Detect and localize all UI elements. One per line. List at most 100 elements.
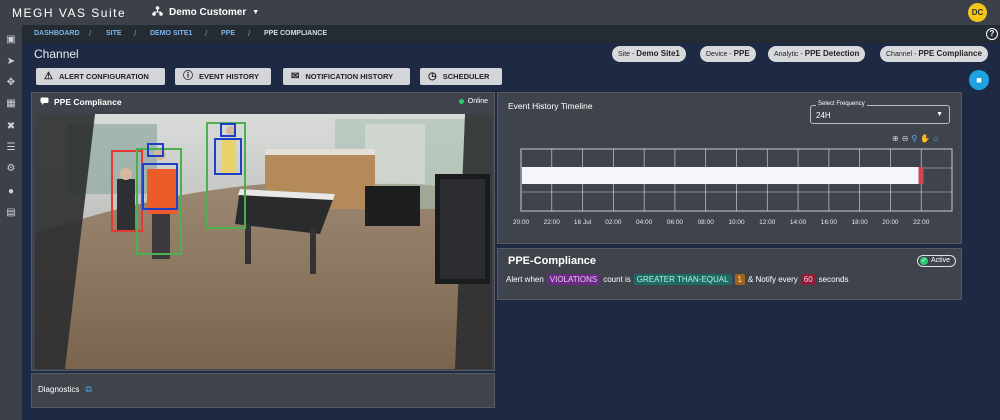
breadcrumb-demo-site1[interactable]: DEMO SITE1 — [150, 30, 192, 37]
settings-icon[interactable]: ⚙ — [4, 162, 18, 176]
diagnostics-label: Diagnostics — [38, 385, 80, 394]
notification-history-button[interactable]: ✉ NOTIFICATION HISTORY — [283, 68, 410, 85]
customer-name: Demo Customer — [169, 7, 247, 18]
monitor-icon[interactable]: ▣ — [4, 33, 18, 47]
timeline-bar — [522, 167, 919, 184]
camera-panel: PPE Compliance Online — [31, 92, 495, 371]
external-link-icon: ⧉ — [85, 384, 92, 394]
map-icon[interactable]: ▦ — [4, 97, 18, 111]
breadcrumb-separator: / — [248, 29, 251, 38]
zoom-in-icon[interactable]: ⊕ — [892, 134, 899, 143]
x-tick-label: 06:00 — [667, 219, 684, 226]
breadcrumb-dashboard[interactable]: DASHBOARD — [34, 30, 80, 37]
x-tick-label: 16 Jul — [574, 219, 592, 226]
customer-selector[interactable]: Demo Customer ▼ — [152, 6, 259, 19]
diagnostics-link[interactable]: Diagnostics ⧉ — [38, 384, 92, 395]
button-label: EVENT HISTORY — [199, 72, 260, 81]
x-tick-label: 22:00 — [913, 219, 930, 226]
camera-panel-header: PPE Compliance — [40, 97, 122, 107]
pill-value: PPE Compliance — [918, 49, 982, 58]
rule-text: & Notify every — [747, 275, 798, 284]
send-icon[interactable]: ➤ — [4, 55, 18, 69]
camera-feed[interactable] — [35, 114, 492, 369]
page-title: Channel — [34, 47, 79, 61]
check-icon: ✓ — [919, 257, 928, 265]
camera-fab-button[interactable]: ■ — [969, 70, 989, 90]
button-label: NOTIFICATION HISTORY — [305, 72, 394, 81]
x-tick-label: 14:00 — [790, 219, 807, 226]
x-tick-label: 20:00 — [882, 219, 899, 226]
button-label: ALERT CONFIGURATION — [58, 72, 149, 81]
tools-icon[interactable]: ✖ — [4, 120, 18, 134]
user-avatar[interactable]: DC — [968, 3, 987, 22]
zoom-out-icon[interactable]: ⊖ — [902, 134, 909, 143]
rule-text: Alert when — [506, 275, 544, 284]
operator-tag: GREATER THAN-EQUAL — [633, 274, 732, 285]
channel-pill: Channel - PPE Compliance — [880, 46, 988, 62]
camera-frame — [35, 114, 492, 369]
x-tick-label: 10:00 — [728, 219, 745, 226]
x-tick-label: 20:00 — [513, 219, 530, 226]
threshold-tag: 1 — [734, 274, 745, 285]
home-icon[interactable]: ⌂ — [933, 134, 938, 143]
move-icon[interactable]: ✥ — [4, 76, 18, 90]
pill-key: Channel - — [886, 51, 917, 58]
pill-value: PPE Detection — [804, 49, 860, 58]
site-pill: Site - Demo Site1 — [612, 46, 686, 62]
alert-configuration-button[interactable]: ⚠ ALERT CONFIGURATION — [36, 68, 165, 85]
status-online: Online — [458, 98, 488, 105]
timeline-title: Event History Timeline — [508, 101, 593, 111]
button-label: SCHEDULER — [442, 72, 490, 81]
video-camera-icon: ■ — [976, 75, 982, 85]
x-tick-label: 08:00 — [698, 219, 715, 226]
rule-panel: PPE-Compliance ✓ Active Alert when VIOLA… — [497, 248, 962, 300]
status-label: Online — [467, 98, 488, 105]
list-icon[interactable]: ☰ — [4, 141, 18, 155]
sidebar: ▣ ➤ ✥ ▦ ✖ ☰ ⚙ ● ▤ — [0, 25, 22, 420]
interval-tag: 60 — [800, 274, 816, 285]
clock-icon: ◷ — [428, 71, 437, 82]
rule-text: seconds — [818, 275, 849, 284]
breadcrumb-site[interactable]: SITE — [106, 30, 122, 37]
timeline-chart[interactable]: 20:00 22:00 16 Jul 02:00 04:00 06:00 08:00 10:0… — [508, 147, 958, 229]
rule-text: count is — [603, 275, 631, 284]
users-icon[interactable]: ● — [4, 185, 18, 199]
diagnostics-panel — [31, 373, 495, 408]
pan-hand-icon[interactable]: ✋ — [920, 134, 930, 143]
breadcrumb: DASHBOARD / SITE / DEMO SITE1 / PPE / PP… — [22, 25, 1000, 43]
x-tick-label: 02:00 — [605, 219, 622, 226]
chevron-down-icon: ▼ — [936, 111, 943, 118]
event-history-button[interactable]: ⓘ EVENT HISTORY — [175, 68, 271, 85]
frequency-select[interactable]: Select Frequency 24H ▼ — [810, 101, 950, 124]
pill-value: Demo Site1 — [636, 49, 680, 58]
search-icon[interactable]: ⚲ — [911, 134, 917, 143]
breadcrumb-ppe[interactable]: PPE — [221, 30, 235, 37]
timeline-bar-end — [918, 167, 924, 184]
alarm-icon: ⚠ — [44, 71, 53, 82]
breadcrumb-separator: / — [134, 29, 137, 38]
message-icon: ✉ — [291, 71, 300, 82]
top-bar: MEGH VAS Suite Demo Customer ▼ DC — [0, 0, 1000, 25]
chat-icon — [40, 97, 49, 107]
status-label: Active — [930, 257, 950, 264]
x-tick-label: 12:00 — [759, 219, 776, 226]
scheduler-button[interactable]: ◷ SCHEDULER — [420, 68, 502, 85]
frequency-label: Select Frequency — [816, 101, 867, 107]
rule-description: Alert when VIOLATIONS count is GREATER T… — [506, 274, 848, 285]
pill-value: PPE — [733, 49, 750, 58]
analytic-pill: Analytic - PPE Detection — [768, 46, 866, 62]
status-badge: ✓ Active — [916, 255, 956, 267]
rule-title: PPE-Compliance — [508, 255, 597, 267]
breadcrumb-separator: / — [89, 29, 92, 38]
pill-key: Analytic - — [774, 51, 803, 58]
x-tick-label: 18:00 — [852, 219, 869, 226]
x-tick-label: 22:00 — [544, 219, 561, 226]
info-icon: ⓘ — [183, 71, 193, 82]
help-icon[interactable]: ? — [986, 28, 998, 40]
metric-tag: VIOLATIONS — [546, 274, 601, 285]
x-tick-label: 16:00 — [821, 219, 838, 226]
app-title: MEGH VAS Suite — [12, 6, 127, 20]
report-icon[interactable]: ▤ — [4, 206, 18, 220]
pill-key: Site - — [618, 51, 635, 58]
chart-toolbar: ⊕ ⊖ ⚲ ✋ ⌂ — [892, 134, 938, 143]
